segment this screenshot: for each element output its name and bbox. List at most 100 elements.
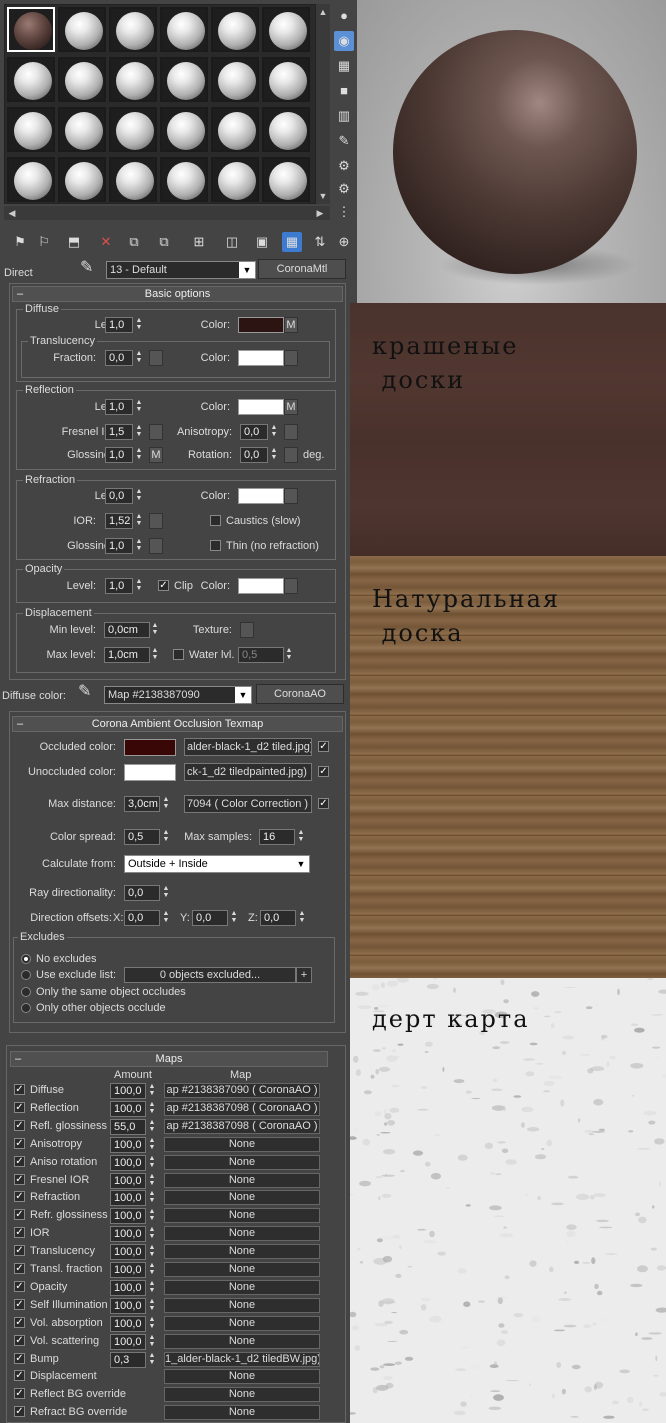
map-slot-button[interactable]: None	[164, 1369, 320, 1385]
spinner-arrows-icon[interactable]: ▲ ▼	[147, 1190, 157, 1206]
material-id-channel-icon[interactable]: ◫	[222, 232, 242, 252]
material-slot[interactable]	[262, 7, 310, 52]
slots-vertical-scrollbar[interactable]: ▲ ▼	[316, 4, 330, 204]
spinner-arrows-icon[interactable]: ▲ ▼	[147, 1226, 157, 1242]
unoccluded-map-checkbox[interactable]: ✓	[318, 766, 329, 777]
material-slot[interactable]	[211, 7, 259, 52]
map-enable-checkbox[interactable]: ✓	[14, 1334, 25, 1346]
z-offset-spinner[interactable]: 0,0	[260, 910, 296, 926]
material-slot[interactable]	[109, 157, 157, 202]
spinner-arrows-icon[interactable]: ▲ ▼	[134, 488, 144, 504]
clip-checkbox[interactable]: ✓	[158, 580, 169, 591]
make-preview-icon[interactable]: ✎	[334, 131, 354, 151]
material-slot[interactable]	[58, 157, 106, 202]
diffuse-color-swatch[interactable]	[238, 317, 284, 333]
refraction-glossiness-map-button[interactable]	[149, 538, 163, 554]
rotation-map-button[interactable]	[284, 447, 298, 463]
map-enable-checkbox[interactable]: ✓	[14, 1137, 25, 1149]
refraction-level-spinner[interactable]: 0,0	[105, 488, 133, 504]
reflection-level-spinner[interactable]: 1,0	[105, 399, 133, 415]
put-to-scene-icon[interactable]: ⚐	[34, 232, 54, 252]
get-material-icon[interactable]: ⚑	[10, 232, 30, 252]
map-enable-checkbox[interactable]: ✓	[14, 1298, 25, 1310]
spinner-arrows-icon[interactable]: ▲ ▼	[147, 1244, 157, 1260]
x-offset-spinner[interactable]: 0,0	[124, 910, 160, 926]
map-amount-spinner[interactable]: 100,0	[110, 1154, 146, 1171]
map-enable-checkbox[interactable]: ✓	[14, 1370, 25, 1382]
map-amount-spinner[interactable]: 100,0	[110, 1226, 146, 1243]
map-enable-checkbox[interactable]: ✓	[14, 1280, 25, 1292]
material-type-button[interactable]: CoronaMtl	[258, 259, 346, 279]
scroll-right-icon[interactable]: ▶	[314, 207, 326, 219]
map-enable-checkbox[interactable]: ✓	[14, 1155, 25, 1167]
ao-header[interactable]: – Corona Ambient Occlusion Texmap	[12, 716, 343, 732]
map-slot-button[interactable]: None	[164, 1154, 320, 1170]
spinner-arrows-icon[interactable]: ▲ ▼	[161, 829, 171, 845]
map-enable-checkbox[interactable]: ✓	[14, 1388, 25, 1400]
reflection-color-swatch[interactable]	[238, 399, 284, 415]
map-amount-spinner[interactable]: 100,0	[110, 1100, 146, 1117]
map-enable-checkbox[interactable]: ✓	[14, 1191, 25, 1203]
spinner-arrows-icon[interactable]: ▲ ▼	[134, 350, 144, 366]
map-enable-checkbox[interactable]: ✓	[14, 1227, 25, 1239]
backlight-icon[interactable]: ◉	[334, 31, 354, 51]
reset-map-icon[interactable]: ✕	[96, 232, 116, 252]
map-amount-spinner[interactable]: 100,0	[110, 1279, 146, 1296]
scroll-left-icon[interactable]: ◀	[6, 207, 18, 219]
material-slot[interactable]	[160, 7, 208, 52]
scroll-down-icon[interactable]: ▼	[317, 190, 329, 202]
map-amount-spinner[interactable]: 100,0	[110, 1333, 146, 1350]
spinner-arrows-icon[interactable]: ▲ ▼	[229, 910, 239, 926]
sample-type-icon[interactable]: ●	[334, 6, 354, 26]
material-slot[interactable]	[211, 57, 259, 102]
max-distance-map-checkbox[interactable]: ✓	[318, 798, 329, 809]
sample-uv-tiling-icon[interactable]: ■	[334, 81, 354, 101]
water-level-checkbox[interactable]	[173, 649, 184, 660]
material-slot[interactable]	[109, 57, 157, 102]
map-enable-checkbox[interactable]: ✓	[14, 1173, 25, 1185]
spinner-arrows-icon[interactable]: ▲ ▼	[150, 647, 160, 663]
material-slot[interactable]	[262, 107, 310, 152]
material-slot[interactable]	[211, 157, 259, 202]
diffuse-map-button[interactable]: M	[284, 317, 298, 333]
translucency-color-map-button[interactable]	[284, 350, 298, 366]
map-amount-spinner[interactable]: 100,0	[110, 1262, 146, 1278]
map-slot-button[interactable]: None	[164, 1387, 320, 1403]
material-slot[interactable]	[160, 57, 208, 102]
map-slot-button[interactable]: None	[164, 1279, 320, 1295]
map-enable-checkbox[interactable]: ✓	[14, 1209, 25, 1221]
maps-header[interactable]: – Maps	[10, 1051, 328, 1067]
material-slot[interactable]	[262, 157, 310, 202]
spinner-arrows-icon[interactable]: ▲ ▼	[147, 1352, 157, 1368]
options-icon[interactable]: ⚙	[334, 156, 354, 176]
occluded-map-checkbox[interactable]: ✓	[318, 741, 329, 752]
material-slot[interactable]	[160, 157, 208, 202]
spinner-arrows-icon[interactable]: ▲ ▼	[147, 1101, 157, 1117]
spinner-arrows-icon[interactable]: ▲ ▼	[147, 1262, 157, 1278]
max-distance-spinner[interactable]: 3,0cm	[124, 796, 160, 812]
basic-options-header[interactable]: – Basic options	[12, 286, 343, 302]
diffuse-map-type-button[interactable]: CoronaAO	[256, 684, 344, 704]
exclude-list-button[interactable]: 0 objects excluded...	[124, 967, 296, 983]
spinner-arrows-icon[interactable]: ▲ ▼	[147, 1173, 157, 1189]
no-excludes-radio[interactable]	[21, 954, 31, 964]
ior-spinner[interactable]: 1,52	[105, 513, 133, 529]
eyedropper-icon[interactable]: ✎	[80, 260, 93, 276]
spinner-arrows-icon[interactable]: ▲ ▼	[134, 538, 144, 554]
spinner-arrows-icon[interactable]: ▲ ▼	[134, 447, 144, 463]
map-slot-button[interactable]: ap #2138387098 ( CoronaAO )	[164, 1118, 320, 1134]
thin-checkbox[interactable]	[210, 540, 221, 551]
make-unique-icon[interactable]: ⧉	[154, 232, 174, 252]
displacement-texture-button[interactable]	[240, 622, 254, 638]
map-slot-button[interactable]: None	[164, 1172, 320, 1188]
opacity-map-button[interactable]	[284, 578, 298, 594]
material-slot[interactable]	[7, 157, 55, 202]
reflection-glossiness-spinner[interactable]: 1,0	[105, 447, 133, 463]
map-amount-spinner[interactable]: 100,0	[110, 1244, 146, 1261]
map-enable-checkbox[interactable]: ✓	[14, 1316, 25, 1328]
map-slot-button[interactable]: None	[164, 1297, 320, 1313]
material-name-dropdown[interactable]: 13 - Default ▼	[106, 261, 256, 279]
map-slot-button[interactable]: None	[164, 1333, 320, 1349]
map-slot-button[interactable]: None	[164, 1136, 320, 1152]
material-slot[interactable]	[211, 107, 259, 152]
